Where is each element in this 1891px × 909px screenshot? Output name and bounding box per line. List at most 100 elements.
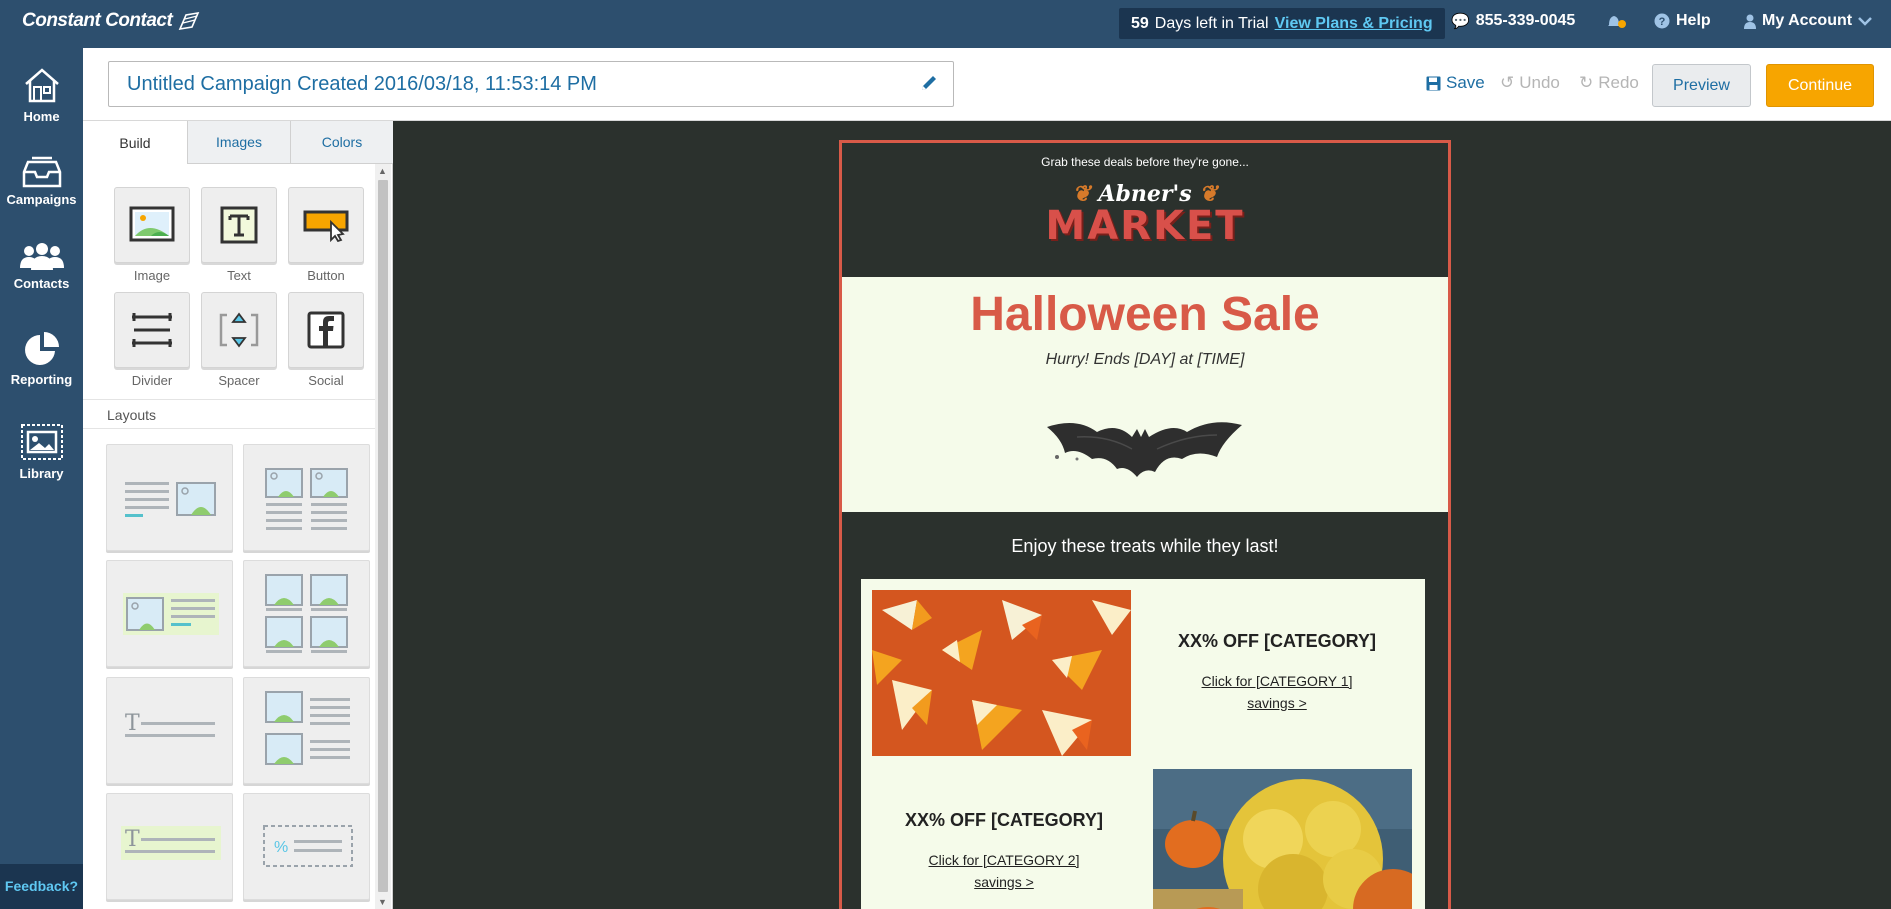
trial-text: Days left in Trial [1154,14,1269,32]
offer-2-heading: XX% OFF [CATEGORY] [905,810,1103,830]
offer-2-link[interactable]: Click for [CATEGORY 2] savings > [872,849,1136,893]
nav-library[interactable]: Library [0,422,83,481]
save-label: Save [1446,73,1485,92]
save-button[interactable]: Save [1426,73,1485,93]
scroll-up-arrow[interactable]: ▲ [378,166,387,176]
svg-text:T: T [125,711,140,736]
phone-text: 855-339-0045 [1475,12,1576,29]
help-icon: ? [1654,13,1670,29]
build-panel: Build Images Colors Image Text Button Di… [83,121,393,909]
tab-images[interactable]: Images [187,121,290,164]
hero-title: Halloween Sale [970,288,1320,341]
layout-text-image-icon [125,482,216,517]
editor-header: Untitled Campaign Created 2016/03/18, 11… [83,48,1891,121]
mums-pumpkins-image [1153,769,1412,909]
brand-logo[interactable]: ❦ Abner's ❦ MARKET [842,181,1448,249]
svg-text:T: T [125,827,140,852]
tool-divider-label: Divider [131,373,173,388]
section-heading[interactable]: Enjoy these treats while they last! [842,536,1448,557]
layout-two-image-text[interactable] [243,444,370,551]
hero-subtitle: Hurry! Ends [DAY] at [TIME] [1045,351,1245,368]
products-block[interactable]: XX% OFF [CATEGORY] Click for [CATEGORY 1… [861,579,1425,909]
tool-text[interactable]: Text [201,187,277,283]
panel-scrollbar[interactable]: ▲ ▼ [375,164,391,909]
help-label: Help [1676,12,1711,29]
library-icon [20,424,63,460]
svg-text:%: % [274,839,288,856]
continue-button[interactable]: Continue [1766,64,1874,107]
user-icon [1744,14,1756,29]
reporting-icon [24,332,59,365]
nav-contacts[interactable]: Contacts [0,242,83,291]
layout-four-images[interactable] [243,560,370,667]
preview-button[interactable]: Preview [1652,64,1751,107]
offer-2: XX% OFF [CATEGORY] Click for [CATEGORY 2… [872,810,1136,893]
layout-text-image[interactable] [106,444,233,551]
image-icon [129,206,175,242]
tool-spacer-label: Spacer [218,373,260,388]
feedback-button[interactable]: Feedback? [0,864,83,909]
undo-icon: ↺ [1500,73,1515,92]
chevron-down-icon [1858,17,1872,26]
undo-label: Undo [1519,73,1560,92]
redo-button[interactable]: ↻ Redo [1579,73,1639,93]
constant-contact-logo[interactable]: Constant Contact [22,10,200,32]
mums-pumpkins-photo [1153,769,1412,909]
candy-corn-photo [872,590,1131,756]
top-bar: Constant Contact 59 Days left in Trial V… [0,0,1891,48]
offer-2-link-line1: Click for [CATEGORY 2] [928,852,1080,868]
my-account-label: My Account [1762,12,1853,29]
bat-image [1047,422,1242,477]
layout-coupon-icon: % [263,825,353,867]
layout-title-text[interactable]: T [106,677,233,784]
scroll-thumb[interactable] [378,180,388,892]
button-icon [303,210,349,242]
spacer-icon [219,312,259,348]
email-preview[interactable]: Grab these deals before they're gone... … [839,140,1451,909]
tool-image-label: Image [133,268,171,283]
nav-contacts-label: Contacts [13,276,70,291]
trial-banner: 59 Days left in Trial View Plans & Prici… [1119,8,1445,39]
tool-divider[interactable]: Divider [114,292,190,388]
layout-coupon[interactable]: % [243,793,370,900]
layout-image-list[interactable] [243,677,370,784]
tool-button-label: Button [307,268,345,283]
help-button[interactable]: ? Help [1654,12,1711,30]
layout-title-text-highlight-icon: T [121,826,221,860]
nav-library-label: Library [19,466,64,481]
notifications-button[interactable] [1605,12,1627,30]
logo-text: Constant Contact [22,10,173,31]
layout-title-text-highlight[interactable]: T [106,793,233,900]
trial-days: 59 [1131,14,1149,32]
hero-block[interactable]: Halloween Sale Hurry! Ends [DAY] at [TIM… [842,277,1448,512]
nav-campaigns[interactable]: Campaigns [0,156,83,207]
bell-icon [1608,16,1626,28]
campaign-title-field[interactable]: Untitled Campaign Created 2016/03/18, 11… [108,61,954,107]
tab-colors[interactable]: Colors [290,121,393,164]
tool-spacer[interactable]: Spacer [201,292,277,388]
tool-social[interactable]: Social [288,292,364,388]
layout-title-text-icon: T [125,711,215,737]
offer-1-link-line1: Click for [CATEGORY 1] [1201,673,1353,689]
campaign-title-text: Untitled Campaign Created 2016/03/18, 11… [127,72,597,95]
divider-icon [132,313,172,347]
phone-number[interactable]: 💬 855-339-0045 [1451,12,1575,30]
offer-1-link-line2: savings > [1247,695,1307,711]
layout-image-list-icon [265,691,350,765]
my-account-menu[interactable]: My Account [1744,12,1872,30]
offer-1-link[interactable]: Click for [CATEGORY 1] savings > [1145,670,1409,714]
nav-reporting[interactable]: Reporting [0,330,83,387]
tool-image[interactable]: Image [114,187,190,283]
tab-build[interactable]: Build [83,121,187,164]
pencil-icon[interactable] [919,73,939,93]
layout-four-images-icon [265,574,348,653]
undo-button[interactable]: ↺ Undo [1500,73,1560,93]
view-plans-link[interactable]: View Plans & Pricing [1275,15,1433,33]
tool-button[interactable]: Button [288,187,364,283]
text-icon [220,206,258,244]
nav-home[interactable]: Home [0,65,83,124]
layout-image-text-highlight[interactable] [106,560,233,667]
preheader-text[interactable]: Grab these deals before they're gone... [842,155,1448,169]
email-canvas: Grab these deals before they're gone... … [393,121,1891,909]
scroll-down-arrow[interactable]: ▼ [378,897,387,907]
